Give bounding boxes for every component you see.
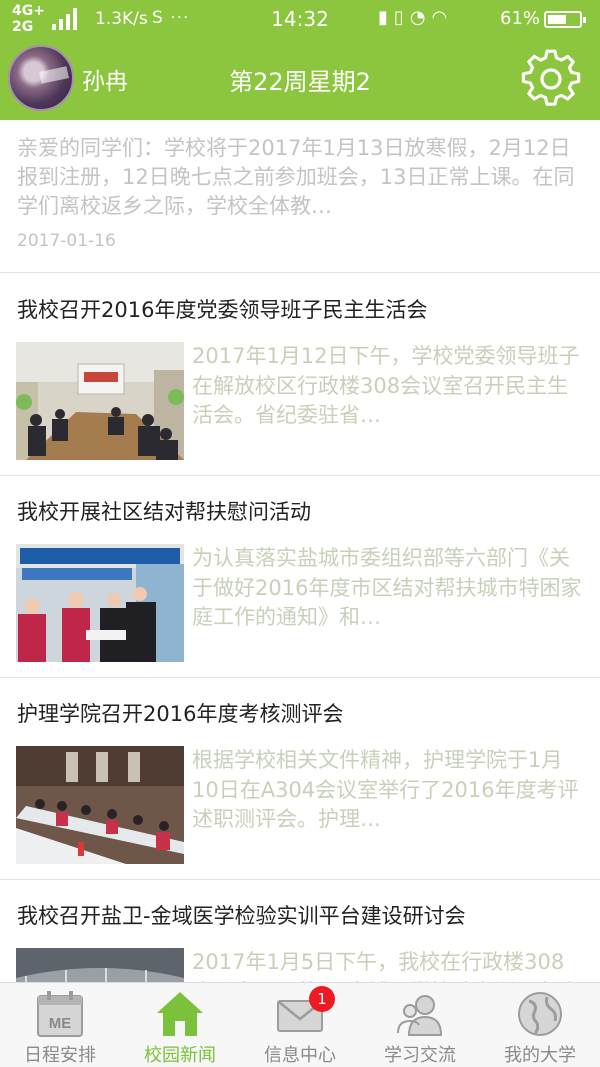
tab-schedule[interactable]: ME 日程安排 [0,983,120,1067]
tab-label: 学习交流 [384,1045,456,1066]
unread-badge: 1 [309,986,335,1012]
notice-date: 2017-01-16 [17,231,116,251]
news-thumbnail [16,342,184,460]
news-item[interactable]: 我校开展社区结对帮扶慰问活动 为认真落实盐城市委组织部等六部门《关于做好2016… [0,476,600,678]
system-icons: ▮▯◔◠ [378,7,453,28]
wifi-icon: ◠ [431,7,454,28]
username: 孙冉 [82,69,128,95]
news-list[interactable]: 亲爱的同学们：学校将于2017年1月13日放寒假，2月12日报到注册，12日晚七… [0,120,600,982]
news-item[interactable]: 我校召开2016年度党委领导班子民主生活会 2017年1月12日下午，学校党委领… [0,274,600,476]
calendar-icon: ME [37,991,83,1037]
news-thumbnail [16,746,184,864]
tab-campus-news[interactable]: 校园新闻 [120,983,240,1067]
news-title: 护理学院召开2016年度考核测评会 [17,702,344,726]
news-summary: 2017年1月12日下午，学校党委领导班子在解放校区行政楼308会议室召开民主生… [192,344,580,427]
app-header: 孙冉 第22周星期2 [0,38,600,120]
tab-message-center[interactable]: 信息中心 [240,983,360,1067]
notice-text: 亲爱的同学们：学校将于2017年1月13日放寒假，2月12日报到注册，12日晚七… [17,136,575,218]
tab-label: 我的大学 [504,1045,576,1066]
bottom-tab-bar: ME 日程安排 校园新闻 信息中心 1 学习交流 我的大学 [0,982,600,1067]
tab-label: 信息中心 [264,1045,336,1066]
people-icon [397,995,443,1036]
gear-icon[interactable] [521,49,581,109]
battery-percent: 61% [500,8,541,29]
tab-study-exchange[interactable]: 学习交流 [360,983,480,1067]
news-title: 我校开展社区结对帮扶慰问活动 [17,500,311,524]
alarm-icon: ◔ [409,7,432,28]
battery-icon [544,11,586,28]
news-title: 我校召开2016年度党委领导班子民主生活会 [17,298,428,322]
page-title: 第22周星期2 [229,68,371,96]
news-summary: 为认真落实盐城市委组织部等六部门《关于做好2016年度市区结对帮扶城市特困家庭工… [192,546,582,629]
app-screen: 4G+ 2G 1.3K/s S ··· 14:32 ▮▯◔◠ 61% 孙冉 第2… [0,0,600,1067]
home-icon [157,992,203,1036]
globe-icon [518,992,562,1036]
avatar[interactable] [8,45,74,111]
status-bar: 4G+ 2G 1.3K/s S ··· 14:32 ▮▯◔◠ 61% [0,0,600,38]
tab-label: 日程安排 [24,1045,96,1066]
news-summary: 2017年1月5日下午，我校在行政楼308会议室召开盐卫-金域医学检验实训平台建… [192,950,578,982]
tab-label: 校园新闻 [144,1045,216,1066]
news-thumbnail [16,948,184,982]
vibrate-icon: ▯ [393,7,410,28]
news-summary: 根据学校相关文件精神，护理学院于1月10日在A304会议室举行了2016年度考评… [192,748,579,831]
lock-icon: ▮ [378,7,394,28]
news-thumbnail [16,544,184,662]
news-item[interactable]: 我校召开盐卫-金域医学检验实训平台建设研讨会 2017年1月5日下午，我校在行政… [0,880,600,982]
news-title: 我校召开盐卫-金域医学检验实训平台建设研讨会 [17,904,466,928]
calendar-icon-text: ME [49,1015,72,1032]
news-item[interactable]: 护理学院召开2016年度考核测评会 根据学校相关文件精神，护理学院于1月10日在… [0,678,600,880]
tab-my-university[interactable]: 我的大学 [480,983,600,1067]
notice-item[interactable]: 亲爱的同学们：学校将于2017年1月13日放寒假，2月12日报到注册，12日晚七… [0,120,600,273]
